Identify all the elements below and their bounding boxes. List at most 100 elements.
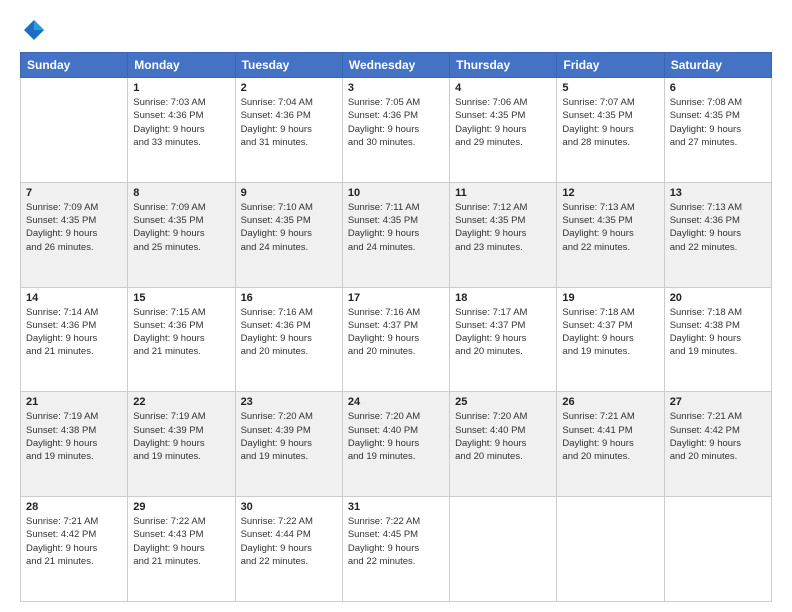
- day-number: 26: [562, 396, 658, 408]
- day-number: 8: [133, 187, 229, 199]
- day-info: Sunrise: 7:19 AM Sunset: 4:39 PM Dayligh…: [133, 410, 229, 463]
- calendar-cell: 7 Sunrise: 7:09 AM Sunset: 4:35 PM Daylig…: [21, 182, 128, 287]
- day-number: 22: [133, 396, 229, 408]
- day-number: 30: [241, 501, 337, 513]
- calendar-cell: 22 Sunrise: 7:19 AM Sunset: 4:39 PM Dayli…: [128, 392, 235, 497]
- calendar-table: SundayMondayTuesdayWednesdayThursdayFrid…: [20, 52, 772, 602]
- logo-icon: [20, 16, 48, 44]
- calendar-cell: 2Sunrise: 7:04 AM Sunset: 4:36 PM Daylig…: [235, 78, 342, 183]
- calendar-cell: 15 Sunrise: 7:15 AM Sunset: 4:36 PM Dayli…: [128, 287, 235, 392]
- calendar-cell: [21, 78, 128, 183]
- calendar-week-row: 14Sunrise: 7:14 AM Sunset: 4:36 PM Dayli…: [21, 287, 772, 392]
- calendar-cell: [450, 497, 557, 602]
- calendar-cell: 25 Sunrise: 7:20 AM Sunset: 4:40 PM Dayli…: [450, 392, 557, 497]
- day-number: 31: [348, 501, 444, 513]
- calendar-cell: 1 Sunrise: 7:03 AM Sunset: 4:36 PM Daylig…: [128, 78, 235, 183]
- day-number: 9: [241, 187, 337, 199]
- day-number: 20: [670, 292, 766, 304]
- day-info: Sunrise: 7:22 AM Sunset: 4:43 PM Dayligh…: [133, 515, 229, 568]
- day-number: 14: [26, 292, 122, 304]
- day-info: Sunrise: 7:16 AM Sunset: 4:37 PM Dayligh…: [348, 306, 444, 359]
- day-info: Sunrise: 7:13 AM Sunset: 4:36 PM Dayligh…: [670, 201, 766, 254]
- day-number: 4: [455, 82, 551, 94]
- day-number: 12: [562, 187, 658, 199]
- day-info: Sunrise: 7:10 AM Sunset: 4:35 PM Dayligh…: [241, 201, 337, 254]
- calendar-cell: 21 Sunrise: 7:19 AM Sunset: 4:38 PM Dayli…: [21, 392, 128, 497]
- calendar-cell: 31Sunrise: 7:22 AM Sunset: 4:45 PM Dayli…: [342, 497, 449, 602]
- day-info: Sunrise: 7:09 AM Sunset: 4:35 PM Dayligh…: [133, 201, 229, 254]
- day-number: 6: [670, 82, 766, 94]
- day-info: Sunrise: 7:20 AM Sunset: 4:40 PM Dayligh…: [348, 410, 444, 463]
- calendar-cell: [557, 497, 664, 602]
- day-info: Sunrise: 7:21 AM Sunset: 4:42 PM Dayligh…: [26, 515, 122, 568]
- day-number: 21: [26, 396, 122, 408]
- day-info: Sunrise: 7:03 AM Sunset: 4:36 PM Dayligh…: [133, 96, 229, 149]
- day-info: Sunrise: 7:21 AM Sunset: 4:42 PM Dayligh…: [670, 410, 766, 463]
- calendar-week-row: 7 Sunrise: 7:09 AM Sunset: 4:35 PM Daylig…: [21, 182, 772, 287]
- calendar-week-row: 28 Sunrise: 7:21 AM Sunset: 4:42 PM Dayli…: [21, 497, 772, 602]
- day-info: Sunrise: 7:13 AM Sunset: 4:35 PM Dayligh…: [562, 201, 658, 254]
- calendar-week-row: 21 Sunrise: 7:19 AM Sunset: 4:38 PM Dayli…: [21, 392, 772, 497]
- day-number: 27: [670, 396, 766, 408]
- day-info: Sunrise: 7:08 AM Sunset: 4:35 PM Dayligh…: [670, 96, 766, 149]
- calendar-cell: 17Sunrise: 7:16 AM Sunset: 4:37 PM Dayli…: [342, 287, 449, 392]
- day-number: 19: [562, 292, 658, 304]
- day-info: Sunrise: 7:20 AM Sunset: 4:40 PM Dayligh…: [455, 410, 551, 463]
- day-of-week-header: Saturday: [664, 53, 771, 78]
- day-number: 13: [670, 187, 766, 199]
- calendar-cell: 13 Sunrise: 7:13 AM Sunset: 4:36 PM Dayli…: [664, 182, 771, 287]
- day-of-week-header: Monday: [128, 53, 235, 78]
- day-info: Sunrise: 7:20 AM Sunset: 4:39 PM Dayligh…: [241, 410, 337, 463]
- day-info: Sunrise: 7:19 AM Sunset: 4:38 PM Dayligh…: [26, 410, 122, 463]
- day-info: Sunrise: 7:21 AM Sunset: 4:41 PM Dayligh…: [562, 410, 658, 463]
- calendar-cell: 10 Sunrise: 7:11 AM Sunset: 4:35 PM Dayli…: [342, 182, 449, 287]
- day-number: 29: [133, 501, 229, 513]
- calendar-header-row: SundayMondayTuesdayWednesdayThursdayFrid…: [21, 53, 772, 78]
- calendar-cell: 11Sunrise: 7:12 AM Sunset: 4:35 PM Dayli…: [450, 182, 557, 287]
- calendar-cell: 3Sunrise: 7:05 AM Sunset: 4:36 PM Daylig…: [342, 78, 449, 183]
- day-of-week-header: Sunday: [21, 53, 128, 78]
- calendar-cell: 19 Sunrise: 7:18 AM Sunset: 4:37 PM Dayli…: [557, 287, 664, 392]
- day-number: 7: [26, 187, 122, 199]
- page: SundayMondayTuesdayWednesdayThursdayFrid…: [0, 0, 792, 612]
- calendar-cell: 28 Sunrise: 7:21 AM Sunset: 4:42 PM Dayli…: [21, 497, 128, 602]
- calendar-cell: 23Sunrise: 7:20 AM Sunset: 4:39 PM Dayli…: [235, 392, 342, 497]
- calendar-cell: 27 Sunrise: 7:21 AM Sunset: 4:42 PM Dayli…: [664, 392, 771, 497]
- day-info: Sunrise: 7:11 AM Sunset: 4:35 PM Dayligh…: [348, 201, 444, 254]
- day-number: 28: [26, 501, 122, 513]
- calendar-cell: 14Sunrise: 7:14 AM Sunset: 4:36 PM Dayli…: [21, 287, 128, 392]
- day-info: Sunrise: 7:18 AM Sunset: 4:38 PM Dayligh…: [670, 306, 766, 359]
- calendar-cell: 26 Sunrise: 7:21 AM Sunset: 4:41 PM Dayli…: [557, 392, 664, 497]
- day-number: 15: [133, 292, 229, 304]
- day-info: Sunrise: 7:07 AM Sunset: 4:35 PM Dayligh…: [562, 96, 658, 149]
- calendar-cell: 9 Sunrise: 7:10 AM Sunset: 4:35 PM Daylig…: [235, 182, 342, 287]
- day-number: 16: [241, 292, 337, 304]
- calendar-cell: 20 Sunrise: 7:18 AM Sunset: 4:38 PM Dayli…: [664, 287, 771, 392]
- calendar-cell: 30 Sunrise: 7:22 AM Sunset: 4:44 PM Dayli…: [235, 497, 342, 602]
- calendar-cell: 24Sunrise: 7:20 AM Sunset: 4:40 PM Dayli…: [342, 392, 449, 497]
- day-number: 5: [562, 82, 658, 94]
- day-info: Sunrise: 7:15 AM Sunset: 4:36 PM Dayligh…: [133, 306, 229, 359]
- day-of-week-header: Friday: [557, 53, 664, 78]
- day-info: Sunrise: 7:18 AM Sunset: 4:37 PM Dayligh…: [562, 306, 658, 359]
- day-info: Sunrise: 7:05 AM Sunset: 4:36 PM Dayligh…: [348, 96, 444, 149]
- day-number: 10: [348, 187, 444, 199]
- day-of-week-header: Thursday: [450, 53, 557, 78]
- day-of-week-header: Tuesday: [235, 53, 342, 78]
- day-info: Sunrise: 7:17 AM Sunset: 4:37 PM Dayligh…: [455, 306, 551, 359]
- day-number: 1: [133, 82, 229, 94]
- day-info: Sunrise: 7:09 AM Sunset: 4:35 PM Dayligh…: [26, 201, 122, 254]
- header: [20, 16, 772, 44]
- calendar-cell: 29 Sunrise: 7:22 AM Sunset: 4:43 PM Dayli…: [128, 497, 235, 602]
- logo: [20, 16, 52, 44]
- day-info: Sunrise: 7:22 AM Sunset: 4:44 PM Dayligh…: [241, 515, 337, 568]
- day-of-week-header: Wednesday: [342, 53, 449, 78]
- calendar-cell: 12 Sunrise: 7:13 AM Sunset: 4:35 PM Dayli…: [557, 182, 664, 287]
- day-number: 2: [241, 82, 337, 94]
- day-info: Sunrise: 7:06 AM Sunset: 4:35 PM Dayligh…: [455, 96, 551, 149]
- day-number: 25: [455, 396, 551, 408]
- calendar-cell: 16Sunrise: 7:16 AM Sunset: 4:36 PM Dayli…: [235, 287, 342, 392]
- day-number: 11: [455, 187, 551, 199]
- calendar-cell: [664, 497, 771, 602]
- calendar-cell: 6 Sunrise: 7:08 AM Sunset: 4:35 PM Daylig…: [664, 78, 771, 183]
